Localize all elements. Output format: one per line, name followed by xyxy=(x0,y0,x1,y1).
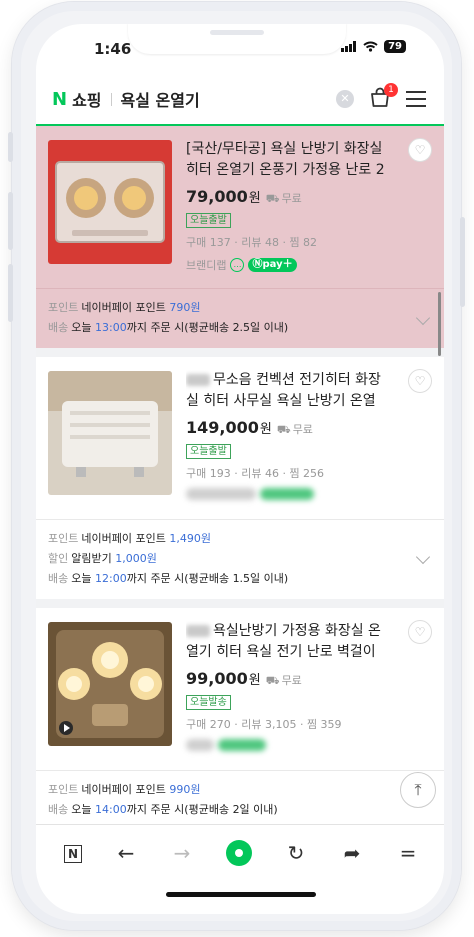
product-card[interactable]: [국산/무타공] 욕실 난방기 화장실 히터 온열기 온풍기 가정용 난로 2구… xyxy=(36,126,444,348)
free-shipping: 무료 xyxy=(266,190,302,207)
status-time: 1:46 xyxy=(94,40,132,58)
clear-search-icon[interactable]: ✕ xyxy=(336,90,354,108)
point-line: 포인트 네이버페이 포인트 1,490원 xyxy=(48,532,211,545)
naver-home-button[interactable]: N xyxy=(64,845,82,863)
shopping-logo-text[interactable]: 쇼핑 xyxy=(72,87,101,111)
delivery-line: 배송 오늘 14:00까지 주문 시(평균배송 2일 이내) xyxy=(48,803,278,816)
discount-line: 할인 알림받기 1,000원 xyxy=(48,552,157,565)
product-price: 99,000 xyxy=(186,669,248,688)
more-menu-icon[interactable]: = xyxy=(394,839,422,867)
product-image[interactable] xyxy=(48,371,172,495)
mute-switch xyxy=(8,132,13,162)
today-ship-badge: 오늘발송 xyxy=(186,695,231,710)
status-icons: 79 xyxy=(341,40,406,53)
benefit-section: 포인트 네이버페이 포인트 790원 배송 오늘 13:00까지 주문 시(평균배송… xyxy=(36,288,444,348)
power-button xyxy=(460,217,465,307)
product-stats: 구매 193 · 리뷰 46 · 찜 256 xyxy=(186,467,325,480)
green-dot-menu-icon[interactable] xyxy=(226,840,252,866)
back-arrow-icon[interactable]: ← xyxy=(112,839,140,867)
product-stats: 구매 137 · 리뷰 48 · 찜 82 xyxy=(186,236,318,249)
point-line: 포인트 네이버페이 포인트 990원 xyxy=(48,783,201,796)
benefit-section: 포인트 네이버페이 포인트 1,490원 할인 알림받기 1,000원 배송 오늘 1… xyxy=(36,519,444,599)
delivery-line: 배송 오늘 13:00까지 주문 시(평균배송 2.5일 이내) xyxy=(48,321,289,334)
blurred-brand xyxy=(186,625,210,637)
point-line: 포인트 네이버페이 포인트 790원 xyxy=(48,301,201,314)
today-ship-badge: 오늘출발 xyxy=(186,213,231,228)
talktalk-icon[interactable]: … xyxy=(230,258,245,272)
blurred-brand xyxy=(186,374,210,386)
notch xyxy=(128,24,346,54)
product-title[interactable]: 욕실난방기 가정용 화장실 온열기 히터 욕실 전기 난로 벽걸이 난... xyxy=(186,621,386,663)
cart-badge: 1 xyxy=(384,83,398,97)
cart-button[interactable]: 1 xyxy=(368,83,398,112)
search-query[interactable]: 욕실 온열기 xyxy=(121,87,200,111)
volume-up-button xyxy=(8,192,13,250)
naver-logo[interactable]: N xyxy=(52,89,67,110)
free-shipping: 무료 xyxy=(277,421,313,438)
scrollbar[interactable] xyxy=(438,292,441,356)
product-price: 79,000 xyxy=(186,187,248,206)
refresh-icon[interactable]: ↻ xyxy=(282,839,310,867)
product-title[interactable]: 무소음 컨벡션 전기히터 화장실 히터 사무실 욕실 난방기 온열기 xyxy=(186,370,386,412)
signal-icon xyxy=(341,41,357,52)
delivery-line: 배송 오늘 12:00까지 주문 시(평균배송 1.5일 이내) xyxy=(48,572,289,585)
wishlist-heart-icon[interactable]: ♡ xyxy=(408,620,432,644)
battery-icon: 79 xyxy=(384,40,406,53)
home-indicator xyxy=(166,892,316,897)
wishlist-heart-icon[interactable]: ♡ xyxy=(408,138,432,162)
phone-screen: 1:46 79 N 쇼핑 욕실 온열기 ✕ 1 [국산/무타공] 욕실 난방기 … xyxy=(36,24,444,914)
brand-line-blurred xyxy=(186,739,386,751)
product-card[interactable]: 무소음 컨벡션 전기히터 화장실 히터 사무실 욕실 난방기 온열기 149,0… xyxy=(36,357,444,599)
product-list: [국산/무타공] 욕실 난방기 화장실 히터 온열기 온풍기 가정용 난로 2구… xyxy=(36,126,444,839)
scroll-to-top-button[interactable]: ⤒ xyxy=(400,772,436,808)
product-image[interactable] xyxy=(48,622,172,746)
product-price: 149,000 xyxy=(186,418,259,437)
price-unit: 원 xyxy=(248,673,261,688)
product-image[interactable] xyxy=(48,140,172,264)
price-unit: 원 xyxy=(259,422,272,437)
share-icon[interactable]: ➦ xyxy=(338,839,366,867)
wifi-icon xyxy=(363,41,378,52)
price-unit: 원 xyxy=(248,191,261,206)
today-ship-badge: 오늘출발 xyxy=(186,444,231,459)
product-card[interactable]: 욕실난방기 가정용 화장실 온열기 히터 욕실 전기 난로 벽걸이 난... 9… xyxy=(36,608,444,830)
header-divider xyxy=(110,92,112,106)
brand-line-blurred xyxy=(186,488,386,500)
volume-down-button xyxy=(8,264,13,322)
forward-arrow-icon[interactable]: → xyxy=(168,839,196,867)
menu-icon[interactable] xyxy=(406,91,426,107)
browser-toolbar: N ← → ↻ ➦ = xyxy=(36,824,444,914)
product-stats: 구매 270 · 리뷰 3,105 · 찜 359 xyxy=(186,718,342,731)
search-header: N 쇼핑 욕실 온열기 ✕ 1 xyxy=(36,74,444,126)
brand-name[interactable]: 브랜디랩 xyxy=(186,257,226,273)
product-title[interactable]: [국산/무타공] 욕실 난방기 화장실 히터 온열기 온풍기 가정용 난로 2구… xyxy=(186,139,386,181)
brand-line: 브랜디랩 … Ⓝpay ＋ xyxy=(186,257,386,273)
benefit-section: 포인트 네이버페이 포인트 990원 배송 오늘 14:00까지 주문 시(평균배송… xyxy=(36,770,444,830)
npay-badge: Ⓝpay ＋ xyxy=(248,258,297,272)
wishlist-heart-icon[interactable]: ♡ xyxy=(408,369,432,393)
free-shipping: 무료 xyxy=(266,672,302,689)
